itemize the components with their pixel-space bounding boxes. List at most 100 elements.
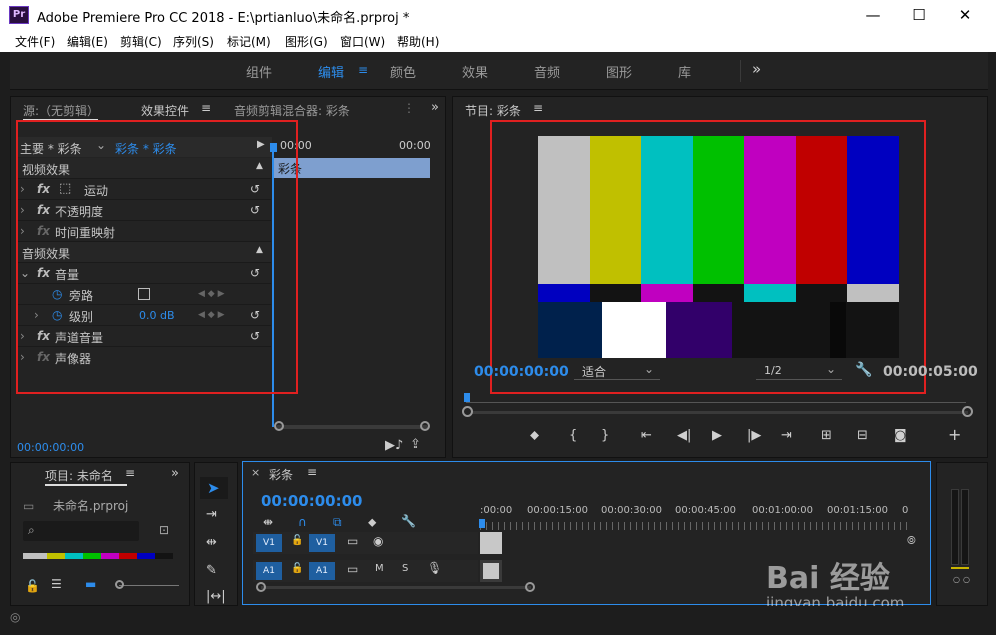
step-forward-icon[interactable]: |▶ <box>747 428 761 443</box>
fit-dropdown[interactable]: 适合 ⌄ <box>574 362 660 380</box>
list-view-icon[interactable]: ☰ <box>51 577 62 591</box>
solo-button[interactable]: S <box>402 563 408 574</box>
nest-toggle-icon[interactable]: ⇼ <box>263 515 273 529</box>
add-marker-icon[interactable]: ⬥ <box>530 428 539 443</box>
panel-expand-icon[interactable]: » <box>171 466 179 481</box>
workspace-audio[interactable]: 音频 <box>534 62 560 81</box>
icon-view-icon[interactable]: ▬ <box>85 577 96 591</box>
ripple-edit-tool-icon[interactable]: ⇹ <box>206 535 217 550</box>
panel-menu-icon[interactable]: ≡ <box>201 101 211 115</box>
timeline-ruler-ticks[interactable] <box>480 522 910 530</box>
audio-clip[interactable] <box>480 560 502 582</box>
project-clip-thumbnail[interactable] <box>23 553 173 559</box>
minimize-button[interactable]: — <box>850 0 896 30</box>
source-patch-v1[interactable]: V1 <box>256 534 282 552</box>
add-button-icon[interactable]: + <box>948 425 961 444</box>
tab-effect-controls[interactable]: 效果控件 <box>141 102 189 119</box>
mute-button[interactable]: M <box>375 563 384 574</box>
vertical-scroll-handle[interactable]: ⦾ <box>907 534 916 548</box>
timeline-zoom-scrollbar[interactable] <box>261 586 531 589</box>
selection-tool-icon[interactable]: ➤ <box>207 479 220 497</box>
scroll-handle-right[interactable] <box>525 582 535 592</box>
project-search-input[interactable]: ⌕ <box>23 521 139 541</box>
maximize-button[interactable]: ☐ <box>896 0 942 30</box>
mini-zoom-scrollbar[interactable] <box>276 425 428 429</box>
program-time-ruler[interactable] <box>466 402 966 403</box>
menu-help[interactable]: 帮助(H) <box>397 33 439 50</box>
program-zoom-scrollbar[interactable] <box>472 411 968 414</box>
export-icon[interactable]: ⇪ <box>410 437 421 452</box>
close-button[interactable]: ✕ <box>942 0 988 30</box>
razor-tool-icon[interactable]: ✎ <box>206 563 217 578</box>
zoom-slider-handle[interactable] <box>115 580 124 589</box>
lift-icon[interactable]: ⊞ <box>821 428 832 443</box>
go-to-in-icon[interactable]: ⇤ <box>641 428 652 443</box>
filter-audio-icon[interactable]: ▶♪ <box>385 438 403 453</box>
menu-clip[interactable]: 剪辑(C) <box>120 33 162 50</box>
mark-in-icon[interactable]: { <box>569 428 577 443</box>
menu-graphics[interactable]: 图形(G) <box>285 33 328 50</box>
panel-menu-icon[interactable]: ≡ <box>307 465 317 479</box>
menu-window[interactable]: 窗口(W) <box>340 33 385 50</box>
lock-icon[interactable]: 🔓 <box>291 535 303 546</box>
project-panel-title[interactable]: 项目: 未命名 <box>45 467 113 484</box>
scroll-handle-right[interactable] <box>420 421 430 431</box>
menu-file[interactable]: 文件(F) <box>15 33 55 50</box>
menu-edit[interactable]: 编辑(E) <box>67 33 108 50</box>
find-icon[interactable]: ⊡ <box>159 523 169 537</box>
timeline-timecode[interactable]: 00:00:00:00 <box>261 492 363 510</box>
timeline-tab-title[interactable]: 彩条 <box>269 466 293 483</box>
play-icon[interactable]: ▶ <box>712 428 722 443</box>
close-tab-icon[interactable]: × <box>251 466 260 479</box>
solo-right-icon[interactable]: ○ <box>963 575 970 584</box>
sync-lock-icon[interactable]: ▭ <box>347 534 358 548</box>
lock-icon[interactable]: 🔓 <box>25 579 40 593</box>
snap-icon[interactable]: ∩ <box>298 515 307 529</box>
workspace-libraries[interactable]: 库 <box>678 62 691 81</box>
workspace-menu-icon[interactable]: ≡ <box>358 63 368 77</box>
zoom-slider[interactable] <box>119 585 179 586</box>
microphone-icon[interactable]: 🎙 <box>427 561 442 575</box>
timeline-playhead[interactable] <box>479 519 485 528</box>
video-clip[interactable] <box>480 532 502 554</box>
scroll-handle-left[interactable] <box>256 582 266 592</box>
program-current-timecode[interactable]: 00:00:00:00 <box>474 364 569 380</box>
add-marker-icon[interactable]: ⬥ <box>368 515 376 530</box>
slip-tool-icon[interactable]: |↔| <box>206 589 226 604</box>
program-playhead[interactable] <box>464 393 470 402</box>
scroll-handle-left[interactable] <box>462 406 473 417</box>
resolution-dropdown[interactable]: 1/2 ⌄ <box>756 362 842 380</box>
workspace-effects[interactable]: 效果 <box>462 62 488 81</box>
workspace-color[interactable]: 颜色 <box>390 62 416 81</box>
solo-left-icon[interactable]: ○ <box>953 575 960 584</box>
eye-icon[interactable]: ◉ <box>373 534 383 548</box>
menu-marker[interactable]: 标记(M) <box>227 33 271 50</box>
panel-menu-icon[interactable]: ≡ <box>125 466 135 480</box>
track-select-tool-icon[interactable]: ⇥ <box>206 507 217 522</box>
track-target-v1[interactable]: V1 <box>309 534 335 552</box>
extract-icon[interactable]: ⊟ <box>857 428 868 443</box>
mark-out-icon[interactable]: } <box>601 428 609 443</box>
workspace-graphics[interactable]: 图形 <box>606 62 632 81</box>
timeline-settings-icon[interactable]: 🔧 <box>401 514 416 528</box>
linked-selection-icon[interactable]: ⧉ <box>333 515 342 530</box>
source-patch-a1[interactable]: A1 <box>256 562 282 580</box>
tab-audio-clip-mixer[interactable]: 音频剪辑混合器: 彩条 <box>234 102 350 119</box>
workspace-assembly[interactable]: 组件 <box>246 62 272 81</box>
effect-controls-timecode[interactable]: 00:00:00:00 <box>17 441 84 454</box>
track-target-a1[interactable]: A1 <box>309 562 335 580</box>
scroll-handle-right[interactable] <box>962 406 973 417</box>
scroll-handle-left[interactable] <box>274 421 284 431</box>
program-monitor-title[interactable]: 节目: 彩条 <box>465 102 521 119</box>
workspace-more-icon[interactable]: » <box>752 60 761 78</box>
go-to-out-icon[interactable]: ⇥ <box>781 428 792 443</box>
panel-menu-icon[interactable]: ≡ <box>533 101 543 115</box>
lock-icon[interactable]: 🔓 <box>291 563 303 574</box>
panel-expand-icon[interactable]: » <box>431 100 439 115</box>
menu-sequence[interactable]: 序列(S) <box>173 33 214 50</box>
workspace-editing[interactable]: 编辑 <box>318 62 344 81</box>
sync-lock-icon[interactable]: ▭ <box>347 562 358 576</box>
tab-source[interactable]: 源:（无剪辑） <box>23 102 99 119</box>
settings-wrench-icon[interactable]: 🔧 <box>855 362 872 378</box>
export-frame-icon[interactable]: ◙ <box>894 428 907 443</box>
